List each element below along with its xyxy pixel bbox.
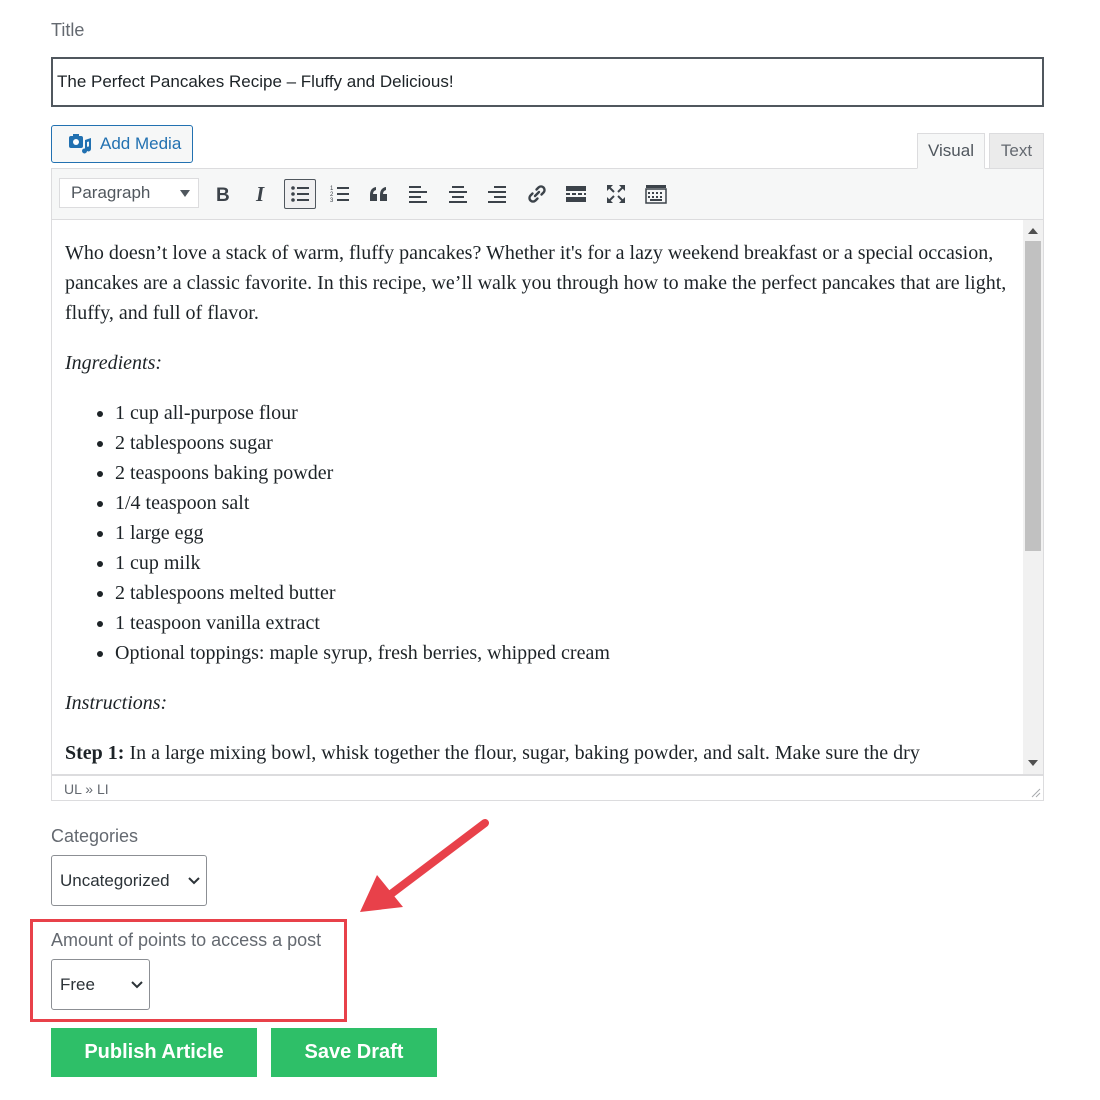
editor-statusbar: UL » LI [51, 775, 1044, 801]
link-icon [528, 185, 546, 203]
numbered-list-icon: 1 2 3 [330, 186, 349, 204]
scroll-down-icon[interactable] [1028, 760, 1038, 766]
toolbar-toggle-icon [645, 185, 667, 204]
list-item: 2 tablespoons sugar [115, 428, 1025, 458]
title-input[interactable] [51, 57, 1044, 107]
caret-down-icon [180, 190, 190, 197]
element-path: UL » LI [64, 781, 109, 797]
add-media-label: Add Media [100, 134, 182, 153]
blockquote-icon [370, 187, 387, 201]
editor-toolbar: Paragraph B I 1 2 3 [51, 168, 1044, 220]
align-center-button[interactable] [442, 179, 474, 209]
bold-icon: B [216, 185, 230, 205]
blockquote-button[interactable] [363, 179, 395, 209]
read-more-icon [566, 186, 586, 202]
bulleted-list-icon [291, 186, 309, 202]
list-item: 1 teaspoon vanilla extract [115, 608, 1025, 638]
italic-button[interactable]: I [245, 179, 277, 209]
list-item: 2 teaspoons baking powder [115, 458, 1025, 488]
bold-button[interactable]: B [206, 179, 238, 209]
format-select[interactable]: Paragraph [59, 178, 199, 208]
media-icon [69, 134, 91, 154]
fullscreen-icon [607, 185, 625, 203]
category-select[interactable]: Uncategorized [51, 855, 207, 906]
read-more-button[interactable] [560, 179, 592, 209]
list-item: 1 large egg [115, 518, 1025, 548]
align-left-button[interactable] [402, 179, 434, 209]
format-select-value: Paragraph [71, 183, 151, 202]
resize-handle-icon[interactable] [1029, 786, 1041, 798]
scroll-up-icon[interactable] [1028, 228, 1038, 234]
save-draft-button[interactable]: Save Draft [271, 1028, 437, 1077]
ingredients-heading: Ingredients: [65, 348, 1025, 378]
list-item: 1 cup milk [115, 548, 1025, 578]
points-select[interactable]: Free [51, 959, 150, 1010]
instructions-heading: Instructions: [65, 688, 1025, 718]
annotation-arrow-icon [360, 819, 489, 912]
scroll-thumb[interactable] [1025, 241, 1041, 551]
align-right-button[interactable] [481, 179, 513, 209]
italic-icon: I [255, 183, 265, 205]
chevron-down-icon [131, 980, 143, 988]
tab-text[interactable]: Text [989, 133, 1044, 169]
editor-content[interactable]: Who doesn’t love a stack of warm, fluffy… [65, 238, 1025, 774]
points-select-value: Free [60, 974, 95, 994]
tab-visual[interactable]: Visual [917, 133, 985, 169]
svg-text:I: I [255, 183, 265, 205]
step1-paragraph: Step 1: In a large mixing bowl, whisk to… [65, 738, 1025, 768]
categories-label: Categories [51, 826, 139, 846]
list-item: Optional toppings: maple syrup, fresh be… [115, 638, 1025, 668]
ingredients-heading-text: Ingredients: [65, 352, 163, 374]
step1-label: Step 1: [65, 742, 125, 764]
numbered-list-button[interactable]: 1 2 3 [324, 179, 356, 209]
svg-text:B: B [216, 185, 230, 205]
align-right-icon [488, 186, 506, 203]
list-item: 1/4 teaspoon salt [115, 488, 1025, 518]
align-left-icon [409, 186, 427, 203]
align-center-icon [449, 186, 467, 203]
points-label: Amount of points to access a post [51, 930, 322, 950]
category-select-value: Uncategorized [60, 870, 170, 890]
editor-body[interactable]: Who doesn’t love a stack of warm, fluffy… [51, 219, 1044, 775]
instructions-heading-text: Instructions: [65, 692, 168, 714]
bulleted-list-button[interactable] [284, 179, 316, 209]
list-item: 2 tablespoons melted butter [115, 578, 1025, 608]
svg-text:3: 3 [330, 198, 334, 204]
editor-scrollbar[interactable] [1023, 219, 1043, 774]
link-button[interactable] [521, 179, 553, 209]
step1-text: In a large mixing bowl, whisk together t… [124, 742, 920, 764]
ingredients-list: 1 cup all-purpose flour 2 tablespoons su… [65, 398, 1025, 668]
toolbar-toggle-button[interactable] [640, 179, 672, 209]
add-media-button[interactable]: Add Media [51, 125, 193, 163]
fullscreen-button[interactable] [600, 179, 632, 209]
list-item: 1 cup all-purpose flour [115, 398, 1025, 428]
publish-article-button[interactable]: Publish Article [51, 1028, 257, 1077]
chevron-down-icon [188, 876, 200, 884]
title-label: Title [51, 20, 85, 40]
intro-paragraph: Who doesn’t love a stack of warm, fluffy… [65, 242, 1007, 324]
